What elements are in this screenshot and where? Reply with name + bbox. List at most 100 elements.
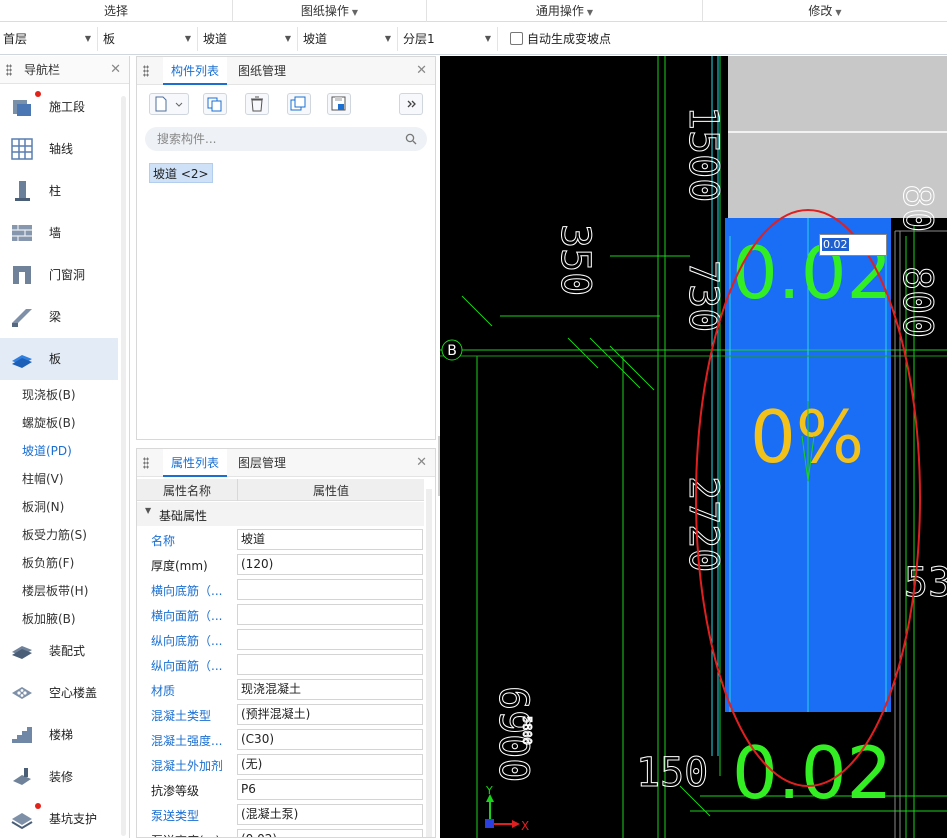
ribbon-group-modify[interactable]: 修改 ▼ (703, 0, 947, 22)
property-value-field[interactable]: 坡道 (237, 529, 423, 550)
property-row: 横向面筋（... (137, 602, 424, 627)
drag-grip-icon[interactable] (143, 457, 149, 469)
nav-item-decoration[interactable]: 装修 (0, 756, 118, 798)
nav-item-column[interactable]: 柱 (0, 170, 118, 212)
drag-grip-icon[interactable] (6, 64, 12, 76)
nav-item-label: 门窗洞 (49, 268, 86, 282)
trash-icon (251, 96, 263, 112)
dynamic-value-text: 0.02 (822, 238, 849, 251)
property-name: 泵送高度(m) (151, 832, 239, 837)
dim-text: 350 (552, 224, 598, 296)
nav-item-prefab[interactable]: 装配式 (0, 630, 118, 672)
tab-component-list[interactable]: 构件列表 (163, 57, 228, 85)
type-select[interactable]: 板 ▼ (100, 27, 198, 51)
type-select-value: 板 (103, 32, 116, 46)
dim-text: 80 (894, 184, 940, 232)
nav-subitem-column-cap[interactable]: 柱帽(V) (22, 470, 64, 487)
nav-item-door-window[interactable]: 门窗洞 (0, 254, 118, 296)
floor-select[interactable]: 首层 ▼ (0, 27, 98, 51)
property-value-field[interactable]: (预拌混凝土) (237, 704, 423, 725)
col-header-name: 属性名称 (163, 484, 212, 498)
close-icon[interactable]: ✕ (416, 449, 427, 477)
ribbon-group-label: 修改 (808, 4, 833, 18)
nav-subitem-floor-slab-strip[interactable]: 楼层板带(H) (22, 582, 88, 599)
property-value-field[interactable]: (120) (237, 554, 423, 575)
search-icon[interactable] (405, 133, 417, 145)
save-icon (331, 96, 346, 111)
nav-item-beam[interactable]: 梁 (0, 296, 118, 338)
property-scrollbar[interactable] (426, 489, 432, 837)
nav-item-label: 基坑支护 (49, 812, 98, 826)
ribbon-group-select[interactable]: 选择 (0, 0, 233, 22)
property-row: 厚度(mm) (120) (137, 552, 424, 577)
more-tools-button[interactable] (399, 93, 423, 115)
component-panel-header: 构件列表 图纸管理 ✕ (137, 57, 435, 85)
cad-canvas[interactable]: B 1500 350 730 2720 6900 5800 150 800 53… (440, 56, 947, 838)
property-value-field[interactable]: (无) (237, 754, 423, 775)
property-section-basic[interactable]: ▼ 基础属性 (137, 502, 424, 526)
nav-subitem-ramp[interactable]: 坡道(PD) (22, 442, 72, 459)
nav-item-slab[interactable]: 板 (0, 338, 118, 380)
drag-grip-icon[interactable] (143, 65, 149, 77)
close-icon[interactable]: ✕ (110, 56, 121, 84)
component-select[interactable]: 坡道 ▼ (300, 27, 398, 51)
property-name: 厚度(mm) (151, 559, 208, 573)
copy-component-button[interactable] (203, 93, 227, 115)
auto-slope-point-label: 自动生成变坡点 (527, 32, 612, 46)
tab-layer-management[interactable]: 图层管理 (230, 449, 294, 477)
property-value-field[interactable]: 现浇混凝土 (237, 679, 423, 700)
nav-item-axis[interactable]: 轴线 (0, 128, 118, 170)
tab-drawing-management[interactable]: 图纸管理 (230, 57, 294, 85)
delete-component-button[interactable] (245, 93, 269, 115)
dynamic-value-input[interactable]: 0.02 (819, 234, 887, 256)
nav-item-label: 板 (49, 352, 62, 366)
nav-item-label: 轴线 (49, 142, 74, 156)
component-tree-item[interactable]: 坡道 <2> (149, 163, 213, 183)
nav-item-pit-support[interactable]: 基坑支护 (0, 798, 118, 838)
close-icon[interactable]: ✕ (416, 57, 427, 85)
nav-item-hollow-floor[interactable]: 空心楼盖 (0, 672, 118, 714)
property-value-field[interactable] (237, 654, 423, 675)
property-value-field[interactable]: (C30) (237, 729, 423, 750)
subtype-select[interactable]: 坡道 ▼ (200, 27, 298, 51)
property-row: 抗渗等级 P6 (137, 777, 424, 802)
nav-subitem-slab-haunch[interactable]: 板加腋(B) (22, 610, 76, 627)
property-row: 混凝土强度... (C30) (137, 727, 424, 752)
ribbon-group-general[interactable]: 通用操作 ▼ (427, 0, 703, 22)
copy-to-floor-button[interactable] (287, 93, 311, 115)
nav-subitem-slab-main-rebar[interactable]: 板受力筋(S) (22, 526, 87, 543)
ribbon-group-drawing[interactable]: 图纸操作 ▼ (233, 0, 427, 22)
nav-item-construction-stage[interactable]: 施工段 (0, 86, 118, 128)
property-value-field[interactable] (237, 629, 423, 650)
property-value-field[interactable]: P6 (237, 779, 423, 800)
auto-slope-point-checkbox[interactable] (510, 32, 523, 45)
new-component-button[interactable] (149, 93, 189, 115)
nav-subitem-spiral-slab[interactable]: 螺旋板(B) (22, 414, 76, 431)
nav-item-wall[interactable]: 墙 (0, 212, 118, 254)
nav-subitem-slab-hole[interactable]: 板洞(N) (22, 498, 64, 515)
nav-subitem-slab-negative-rebar[interactable]: 板负筋(F) (22, 554, 74, 571)
chevron-down-icon: ▼ (586, 8, 594, 17)
pit-support-icon (11, 813, 33, 830)
nav-subitem-cast-slab[interactable]: 现浇板(B) (22, 386, 76, 403)
tab-property-list[interactable]: 属性列表 (163, 449, 228, 477)
property-value-field[interactable] (237, 579, 423, 600)
property-row: 泵送高度(m)(0.02) (137, 827, 424, 837)
layer-select[interactable]: 分层1 ▼ (400, 27, 498, 51)
property-value-field[interactable]: (混凝土泵) (237, 804, 423, 825)
nav-item-label: 空心楼盖 (49, 686, 98, 700)
property-name: 横向底筋（... (151, 584, 223, 598)
component-search-input[interactable] (157, 127, 397, 151)
dim-text: 150 (636, 750, 708, 796)
nav-scrollbar[interactable] (121, 96, 126, 836)
property-value-field[interactable] (237, 604, 423, 625)
nav-item-label: 装修 (49, 770, 74, 784)
property-row: 纵向底筋（... (137, 627, 424, 652)
property-value-field[interactable]: (0.02) (237, 829, 423, 837)
new-file-icon (155, 96, 183, 112)
chevron-down-icon: ▼ (284, 34, 291, 43)
nav-item-stair[interactable]: 楼梯 (0, 714, 118, 756)
save-component-button[interactable] (327, 93, 351, 115)
component-search-box (145, 127, 427, 151)
nav-item-label: 墙 (49, 226, 62, 240)
